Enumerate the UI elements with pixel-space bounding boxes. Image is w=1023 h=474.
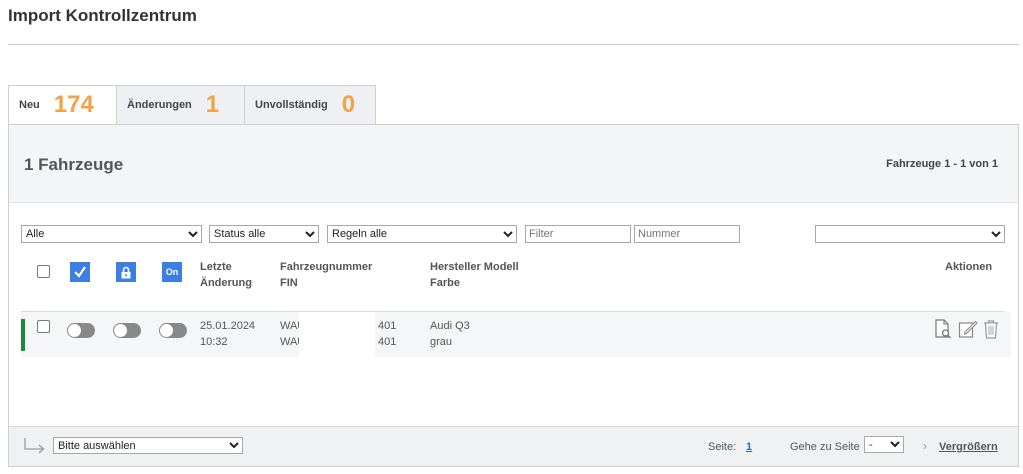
tab-unvollstaendig-label: Unvollständig: [255, 99, 328, 111]
status-select[interactable]: Status alle: [209, 225, 319, 243]
tab-neu[interactable]: Neu 174: [8, 85, 116, 125]
row-status-marker: [21, 319, 25, 351]
row-number-suffix: 401: [378, 320, 397, 332]
redaction-block: [299, 312, 375, 357]
trash-icon[interactable]: [982, 319, 1000, 339]
page-label: Seite:: [708, 441, 737, 453]
bulk-arrow-icon: [24, 438, 45, 454]
tab-aenderungen-count: 1: [205, 91, 220, 118]
col-last-change-line2: Änderung: [200, 277, 252, 289]
select-all-checkbox[interactable]: [37, 265, 50, 278]
row-vehicle-number-suffix: 401 401: [378, 318, 396, 350]
row-date: 25.01.2024: [200, 320, 256, 332]
table-header: On Letzte Änderung Fahrzeugnummer FIN He…: [9, 259, 1018, 307]
panel-footer: Bitte auswählen Seite: 1 Gehe zu Seite -…: [9, 426, 1018, 466]
row-model: Audi Q3 grau: [430, 318, 470, 350]
edit-icon[interactable]: [958, 319, 978, 339]
tab-neu-count: 174: [53, 91, 94, 118]
page-title: Import Kontrollzentrum: [8, 6, 197, 25]
extra-select[interactable]: [815, 225, 1005, 243]
rules-select[interactable]: Regeln alle: [327, 225, 517, 243]
bulk-action-select[interactable]: Bitte auswählen: [53, 437, 243, 454]
on-icon[interactable]: On: [162, 262, 182, 282]
panel-header: 1 Fahrzeuge Fahrzeuge 1 - 1 von 1: [9, 125, 1018, 203]
filter-input[interactable]: [525, 225, 631, 243]
vehicle-count-title: 1 Fahrzeuge: [24, 155, 124, 174]
col-last-change: Letzte Änderung: [200, 259, 252, 291]
row-toggle-on[interactable]: [159, 323, 187, 338]
vehicle-panel: 1 Fahrzeuge Fahrzeuge 1 - 1 von 1 Alle S…: [8, 124, 1019, 467]
col-manufacturer-model: Hersteller Modell Farbe: [430, 259, 519, 291]
page-link-1[interactable]: 1: [746, 441, 752, 453]
row-toggle-lock[interactable]: [113, 323, 141, 338]
row-last-change: 25.01.2024 10:32: [200, 318, 255, 350]
col-vehicle-number-line2: FIN: [280, 277, 298, 289]
vehicle-range-text: Fahrzeuge 1 - 1 von 1: [886, 158, 998, 170]
all-select[interactable]: Alle: [21, 225, 202, 243]
tab-unvollstaendig[interactable]: Unvollständig 0: [244, 85, 376, 125]
enlarge-link[interactable]: Vergrößern: [939, 441, 998, 453]
row-toggle-check[interactable]: [67, 323, 95, 338]
col-last-change-line1: Letzte: [200, 261, 232, 273]
title-divider: [8, 44, 1019, 45]
col-actions: Aktionen: [945, 261, 993, 273]
tab-neu-label: Neu: [19, 99, 40, 111]
col-vehicle-number: Fahrzeugnummer FIN: [280, 259, 372, 291]
row-color: grau: [430, 336, 453, 348]
view-details-icon[interactable]: [934, 319, 952, 339]
status-tabs: Neu 174 Änderungen 1 Unvollständig 0: [8, 85, 376, 125]
row-time: 10:32: [200, 336, 228, 348]
checkmark-icon[interactable]: [70, 262, 90, 282]
col-manufacturer-model-line1: Hersteller Modell: [430, 261, 519, 273]
col-manufacturer-model-line2: Farbe: [430, 277, 460, 289]
tab-aenderungen[interactable]: Änderungen 1: [116, 85, 244, 125]
goto-page-label: Gehe zu Seite: [790, 441, 860, 453]
row-model-name: Audi Q3: [430, 320, 470, 332]
row-checkbox[interactable]: [37, 320, 50, 333]
chevron-right-icon: ›: [923, 439, 927, 453]
row-fin-suffix: 401: [378, 336, 397, 348]
col-vehicle-number-line1: Fahrzeugnummer: [280, 261, 373, 273]
tab-unvollstaendig-count: 0: [341, 91, 356, 118]
lock-icon[interactable]: [116, 262, 136, 282]
number-input[interactable]: [634, 225, 740, 243]
table-row[interactable]: 25.01.2024 10:32 WAU WAU 401 401 Audi Q3…: [21, 312, 1011, 357]
goto-page-select[interactable]: -: [864, 436, 904, 453]
tab-aenderungen-label: Änderungen: [127, 99, 192, 111]
